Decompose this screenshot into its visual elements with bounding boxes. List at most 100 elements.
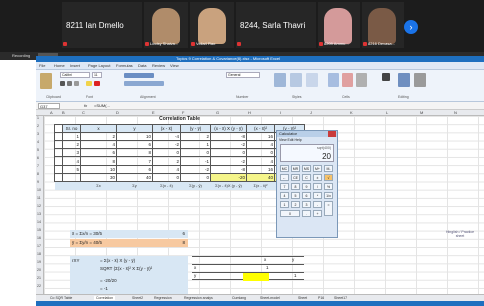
sheet-tab[interactable]: Cumlang [232, 296, 246, 300]
row-header[interactable]: 18 [37, 252, 41, 256]
table-header[interactable]: (x - x̄) X (y - ȳ) [210, 123, 247, 133]
column-header[interactable]: B [62, 110, 65, 115]
row-header[interactable]: 21 [37, 276, 41, 280]
selected-cell[interactable] [243, 273, 269, 281]
calc-key[interactable]: * [313, 192, 322, 199]
table-cell[interactable]: 8 [80, 156, 117, 166]
fill-color-icon[interactable] [86, 81, 92, 86]
tab-insert[interactable]: Insert [70, 63, 80, 68]
sheet-tab[interactable]: P16 [318, 296, 324, 300]
alignment-icons[interactable] [124, 73, 154, 78]
calc-key[interactable]: 8 [291, 183, 300, 190]
italic-icon[interactable] [67, 81, 72, 86]
table-cell[interactable]: -2 [210, 156, 247, 166]
tab-data[interactable]: Data [138, 63, 146, 68]
column-header[interactable]: H [248, 110, 251, 115]
calc-key[interactable]: 7 [280, 183, 289, 190]
participant-tile[interactable]: 8244, Sarla Thavri [236, 2, 316, 48]
table-cell[interactable]: 4 [62, 156, 81, 166]
calc-key[interactable]: / [313, 183, 322, 190]
sheet-tab[interactable]: Regression analys [184, 296, 213, 300]
column-header[interactable]: M [420, 110, 423, 115]
font-name-select[interactable]: Calibri [60, 72, 90, 78]
fx-icon[interactable]: fx [84, 103, 87, 108]
calc-key[interactable]: 6 [302, 192, 311, 199]
table-cell[interactable]: 16 [246, 164, 275, 174]
next-page-button[interactable]: › [404, 20, 418, 34]
table-header[interactable]: Sr. no [62, 123, 81, 133]
underline-icon[interactable] [74, 81, 79, 86]
font-color-icon[interactable] [94, 81, 100, 86]
find-select-icon[interactable] [414, 73, 426, 87]
row-header[interactable]: 4 [37, 140, 39, 144]
sheet-tab[interactable]: Regression [154, 296, 172, 300]
table-cell[interactable]: -2 [180, 164, 211, 174]
tab-file[interactable]: File [39, 63, 45, 68]
mean-y-row[interactable]: ȳ = Σy/n = 40/5 8 [70, 239, 188, 247]
total-cell[interactable]: 40 [116, 172, 153, 183]
tab-home[interactable]: Home [54, 63, 65, 68]
row-header[interactable]: 9 [37, 180, 39, 184]
table-cell[interactable]: 10 [116, 131, 153, 142]
table-header[interactable]: (x - x̄) [152, 123, 181, 133]
calc-key[interactable]: - [313, 201, 322, 208]
table-cell[interactable]: 2 [62, 140, 81, 150]
calc-key[interactable]: C [302, 174, 311, 181]
table-cell[interactable]: 5 [62, 164, 81, 174]
calc-key[interactable]: ← [280, 174, 289, 181]
calc-key[interactable]: 0 [280, 210, 300, 217]
sheet-tab[interactable]: Sheet17 [334, 296, 347, 300]
participant-tile[interactable]: Velia4 Rao [190, 2, 234, 48]
tab-view[interactable]: View [170, 63, 179, 68]
table-cell[interactable]: -4 [152, 131, 181, 142]
table-header[interactable]: y [116, 123, 153, 133]
column-header[interactable]: N [454, 110, 457, 115]
row-header[interactable]: 1 [37, 116, 39, 120]
row-header[interactable]: 8 [37, 172, 39, 176]
cell-styles-icon[interactable] [306, 73, 318, 87]
table-cell[interactable]: 1 [180, 140, 211, 150]
calculator-menu[interactable]: View Edit Help [279, 138, 302, 142]
table-cell[interactable]: -2 [152, 140, 181, 150]
paste-icon[interactable] [40, 73, 52, 89]
row-header[interactable]: 15 [37, 228, 41, 232]
total-cell[interactable]: 40 [246, 172, 275, 183]
matrix-cell[interactable]: x [264, 257, 266, 262]
table-cell[interactable]: 2 [80, 131, 117, 142]
table-cell[interactable]: 4 [80, 140, 117, 150]
row-header[interactable]: 14 [37, 220, 41, 224]
row-header[interactable]: 16 [37, 236, 41, 240]
table-cell[interactable]: 7 [116, 156, 153, 166]
row-header[interactable]: 11 [37, 196, 41, 200]
format-cells-icon[interactable] [356, 73, 367, 87]
bold-icon[interactable] [60, 81, 65, 86]
calc-key[interactable]: ± [313, 174, 322, 181]
delete-cells-icon[interactable] [342, 73, 353, 87]
column-header[interactable]: E [152, 110, 155, 115]
column-header[interactable]: L [386, 110, 388, 115]
format-as-table-icon[interactable] [290, 73, 302, 87]
matrix-cell[interactable]: 1 [294, 273, 297, 278]
column-header[interactable]: F [182, 110, 184, 115]
calculator-window[interactable]: Calculator View Edit Help sqrt(400) 20 M… [276, 130, 338, 238]
matrix-cell[interactable]: x [194, 265, 196, 270]
row-header[interactable]: 5 [37, 148, 39, 152]
table-cell[interactable]: 10 [80, 164, 117, 174]
participant-tile[interactable]: 8211 Ian Dmello [62, 2, 142, 48]
total-cell[interactable] [62, 172, 81, 183]
calc-key[interactable]: = [324, 201, 333, 216]
table-cell[interactable]: 6 [116, 140, 153, 150]
table-header[interactable]: (y - ȳ) [180, 123, 211, 133]
row-header[interactable]: 22 [37, 284, 41, 288]
total-cell[interactable]: 30 [80, 172, 117, 183]
row-header[interactable]: 6 [37, 156, 39, 160]
table-cell[interactable]: -2 [210, 140, 247, 150]
matrix-cell[interactable]: y [194, 273, 196, 278]
table-cell[interactable]: -8 [210, 131, 247, 142]
row-header[interactable]: 17 [37, 244, 41, 248]
column-header[interactable]: A [50, 110, 53, 115]
table-cell[interactable]: 4 [246, 156, 275, 166]
table-cell[interactable]: 2 [152, 156, 181, 166]
table-cell[interactable]: 6 [80, 148, 117, 158]
sheet-tab[interactable]: Sheet2 [132, 296, 143, 300]
